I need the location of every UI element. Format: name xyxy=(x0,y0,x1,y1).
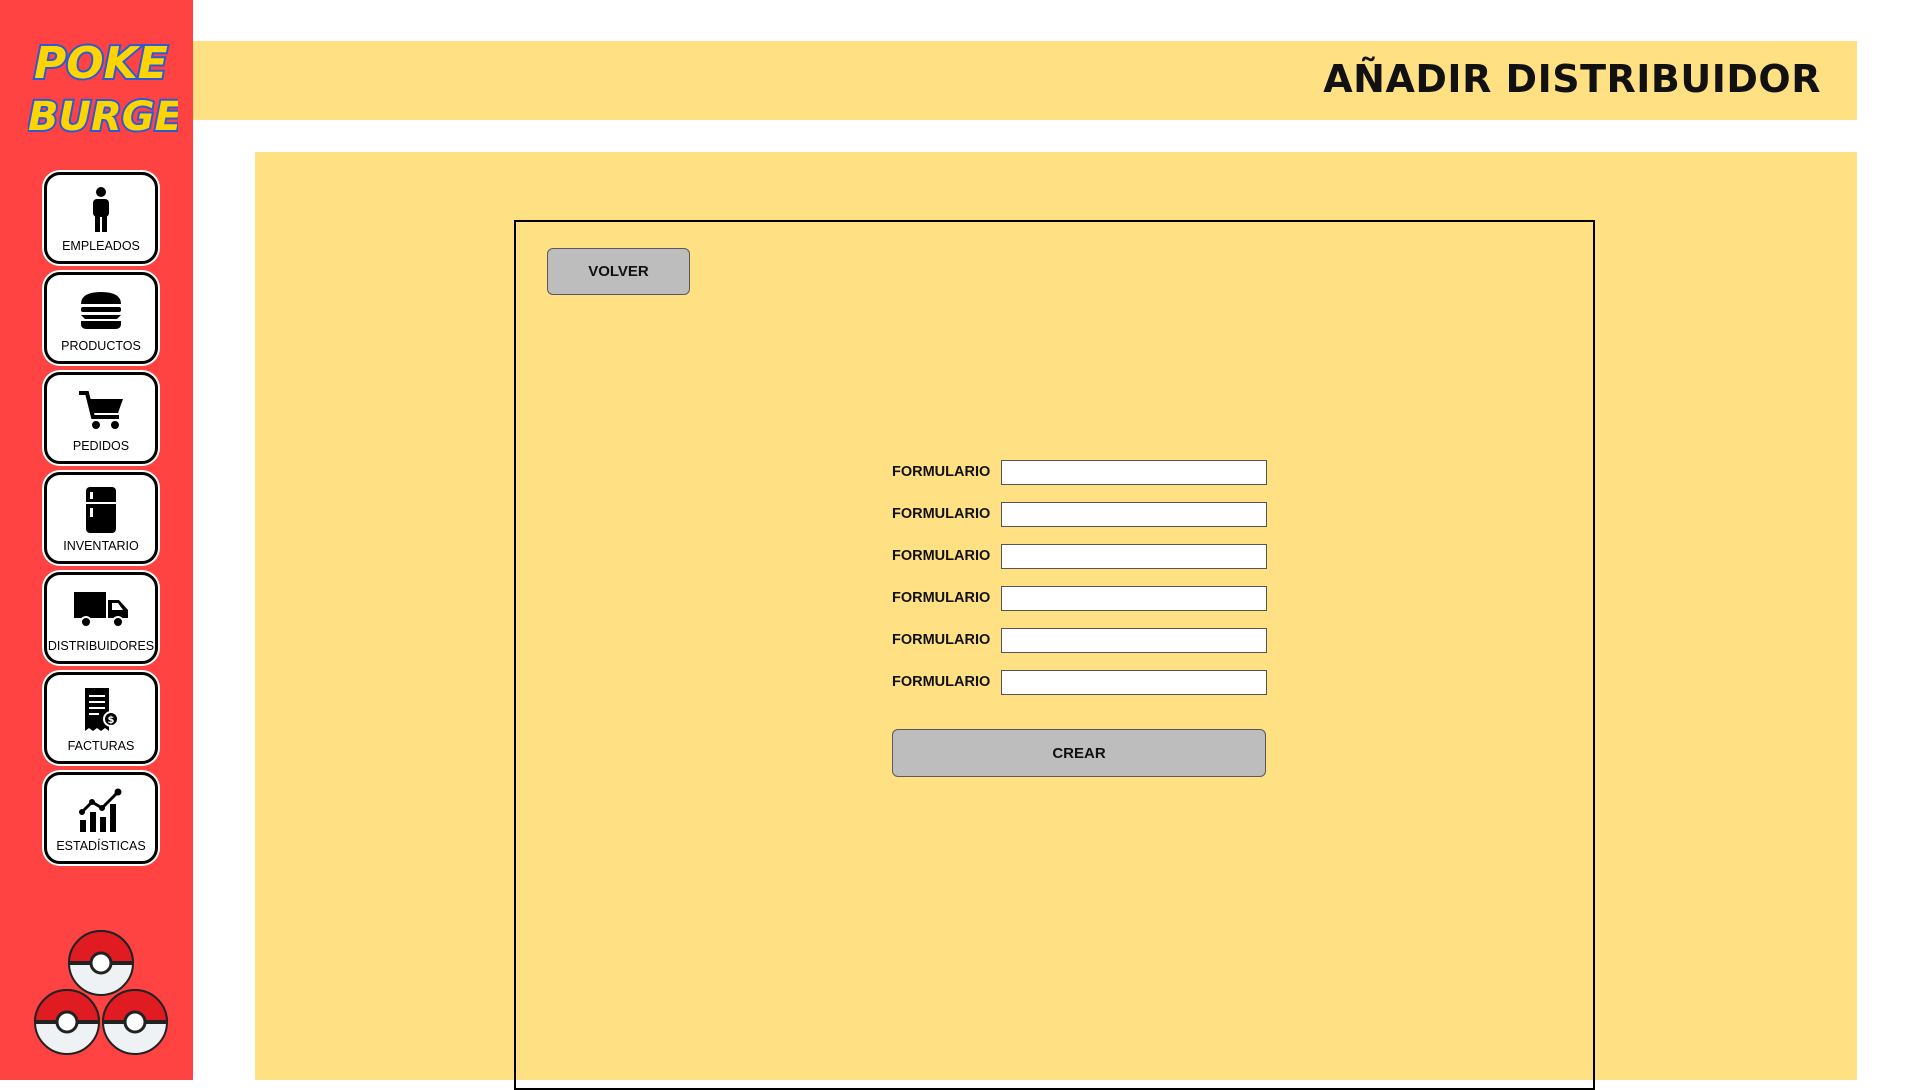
nav-pedidos-label: PEDIDOS xyxy=(72,439,130,453)
create-button[interactable]: CREAR xyxy=(892,729,1266,777)
form-input[interactable] xyxy=(1001,501,1267,527)
nav-facturas[interactable]: $ FACTURAS xyxy=(44,672,158,764)
field-label: FORMULARIO xyxy=(892,632,991,648)
form-panel xyxy=(514,220,1595,1090)
person-icon xyxy=(93,187,109,232)
fridge-icon xyxy=(86,487,116,533)
field-label: FORMULARIO xyxy=(892,674,991,690)
pokeballs-decoration xyxy=(33,929,169,1056)
nav-productos[interactable]: PRODUCTOS xyxy=(44,272,158,364)
form-row: FORMULARIO xyxy=(892,459,1267,485)
form-input[interactable] xyxy=(1001,585,1267,611)
page-title: AÑADIR DISTRIBUIDOR xyxy=(1323,57,1821,101)
field-label: FORMULARIO xyxy=(892,464,991,480)
form-row: FORMULARIO xyxy=(892,585,1267,611)
nav-estadisticas-label: ESTADÍSTICAS xyxy=(56,839,146,853)
form-row: FORMULARIO xyxy=(892,669,1267,695)
nav-empleados-label: EMPLEADOS xyxy=(62,239,140,253)
form-row: FORMULARIO xyxy=(892,543,1267,569)
nav-pedidos[interactable]: PEDIDOS xyxy=(44,372,158,464)
form-input[interactable] xyxy=(1001,669,1267,695)
nav-distribuidores[interactable]: DISTRIBUIDORES xyxy=(44,572,158,664)
invoice-icon: $ xyxy=(85,688,119,731)
form-input[interactable] xyxy=(1001,543,1267,569)
truck-icon xyxy=(74,592,128,628)
nav-facturas-label: FACTURAS xyxy=(67,739,135,753)
nav-productos-label: PRODUCTOS xyxy=(61,339,141,353)
nav-distribuidores-label: DISTRIBUIDORES xyxy=(47,639,155,653)
svg-text:BURGER: BURGER xyxy=(28,94,178,140)
cart-icon xyxy=(79,391,123,429)
nav-estadisticas[interactable]: ESTADÍSTICAS xyxy=(44,772,158,864)
nav-empleados[interactable]: EMPLEADOS xyxy=(44,172,158,264)
nav-inventario-label: INVENTARIO xyxy=(63,539,139,553)
nav-inventario[interactable]: INVENTARIO xyxy=(44,472,158,564)
field-label: FORMULARIO xyxy=(892,590,991,606)
header-bar: AÑADIR DISTRIBUIDOR xyxy=(193,41,1857,120)
form-row: FORMULARIO xyxy=(892,501,1267,527)
form-input[interactable] xyxy=(1001,459,1267,485)
burger-icon xyxy=(81,292,121,329)
poke-burger-logo: POKE BURGER xyxy=(28,36,178,142)
chart-icon xyxy=(79,788,122,832)
svg-text:POKE: POKE xyxy=(34,38,168,89)
svg-text:$: $ xyxy=(108,715,115,726)
sidebar: POKE BURGER EMPLEADOS PRODUCTOS xyxy=(0,0,193,1080)
field-label: FORMULARIO xyxy=(892,548,991,564)
form-row: FORMULARIO xyxy=(892,627,1267,653)
form-input[interactable] xyxy=(1001,627,1267,653)
field-label: FORMULARIO xyxy=(892,506,991,522)
back-button[interactable]: VOLVER xyxy=(547,248,690,295)
